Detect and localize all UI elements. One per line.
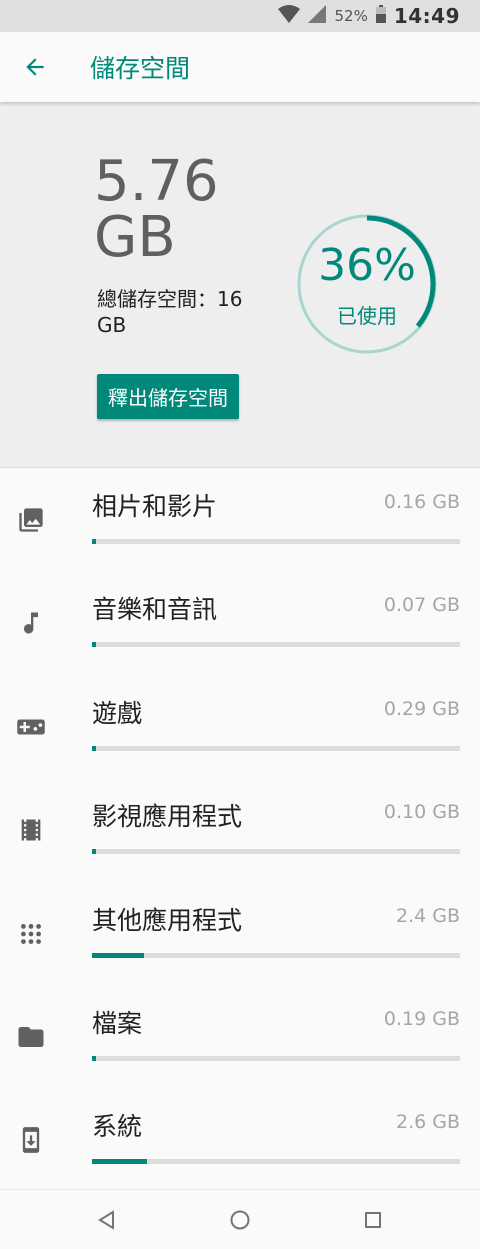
category-size: 0.29 GB (383, 697, 460, 720)
storage-summary: 5.76 GB 總儲存空間：16 GB 釋出儲存空間 36% 已使用 (0, 102, 480, 468)
category-label: 相片和影片 (92, 492, 218, 521)
clock: 14:49 (393, 4, 460, 28)
used-percent: 36% (318, 240, 416, 291)
category-progress (92, 952, 460, 958)
category-progress-fill (92, 745, 97, 751)
total-storage-text: 總儲存空間：16 GB (97, 287, 243, 337)
cell-signal-icon (308, 5, 327, 27)
category-label: 影視應用程式 (92, 802, 243, 832)
nav-recents-button[interactable] (343, 1190, 403, 1249)
category-progress-fill (92, 1055, 97, 1061)
system-update-icon (16, 1125, 46, 1155)
category-system[interactable]: 系統 2.6 GB (0, 1089, 480, 1192)
app-bar: 儲存空間 (0, 32, 480, 102)
category-label: 其他應用程式 (92, 905, 243, 935)
used-label: 已使用 (337, 304, 397, 328)
category-size: 2.4 GB (395, 904, 460, 927)
category-games[interactable]: 遊戲 0.29 GB (0, 676, 480, 779)
back-button[interactable] (0, 32, 70, 102)
square-recents-icon (365, 1211, 382, 1228)
category-movie-apps[interactable]: 影視應用程式 0.10 GB (0, 779, 480, 882)
category-photos-videos[interactable]: 相片和影片 0.16 GB (0, 469, 480, 572)
category-progress-fill (92, 539, 97, 544)
movie-icon (16, 815, 46, 845)
photo-icon (16, 505, 46, 535)
arrow-back-icon (26, 58, 44, 76)
nav-home-button[interactable] (210, 1190, 270, 1249)
category-progress-fill (92, 642, 97, 648)
category-progress (92, 849, 460, 855)
category-music-audio[interactable]: 音樂和音訊 0.07 GB (0, 572, 480, 675)
category-files[interactable]: 檔案 0.19 GB (0, 986, 480, 1089)
category-label: 遊戲 (92, 698, 143, 728)
category-progress-fill (92, 1159, 148, 1165)
category-label: 檔案 (92, 1008, 143, 1038)
category-progress (92, 1055, 460, 1061)
circle-home-icon (230, 1210, 250, 1229)
category-progress (92, 642, 460, 648)
battery-percent: 52% (334, 7, 368, 25)
free-up-space-button[interactable]: 釋出儲存空間 (97, 374, 239, 419)
status-bar: 52% 14:49 (0, 0, 480, 32)
nav-back-button[interactable] (77, 1190, 137, 1249)
wifi-icon (278, 5, 301, 27)
category-label: 系統 (92, 1112, 143, 1142)
music-note-icon (16, 608, 46, 638)
category-progress (92, 539, 460, 544)
category-size: 2.6 GB (395, 1111, 460, 1134)
storage-category-list: 相片和影片 0.16 GB 音樂和音訊 0.07 GB 遊戲 0.29 GB 影… (0, 469, 480, 1193)
category-progress (92, 745, 460, 751)
category-progress (92, 1159, 460, 1165)
category-progress-fill (92, 952, 144, 958)
folder-icon (16, 1022, 46, 1052)
category-progress-fill (92, 849, 97, 855)
category-other-apps[interactable]: 其他應用程式 2.4 GB (0, 883, 480, 986)
system-nav-bar (0, 1189, 480, 1249)
used-amount: 5.76 GB (94, 149, 219, 270)
gamepad-icon (16, 712, 46, 742)
category-size: 0.07 GB (383, 594, 460, 617)
category-size: 0.16 GB (383, 491, 460, 513)
page-title: 儲存空間 (90, 54, 191, 83)
category-size: 0.19 GB (383, 1007, 460, 1030)
battery-icon (375, 5, 386, 27)
apps-grid-icon (16, 919, 46, 949)
category-label: 音樂和音訊 (92, 595, 218, 625)
category-size: 0.10 GB (383, 801, 460, 824)
triangle-back-icon (97, 1209, 114, 1230)
